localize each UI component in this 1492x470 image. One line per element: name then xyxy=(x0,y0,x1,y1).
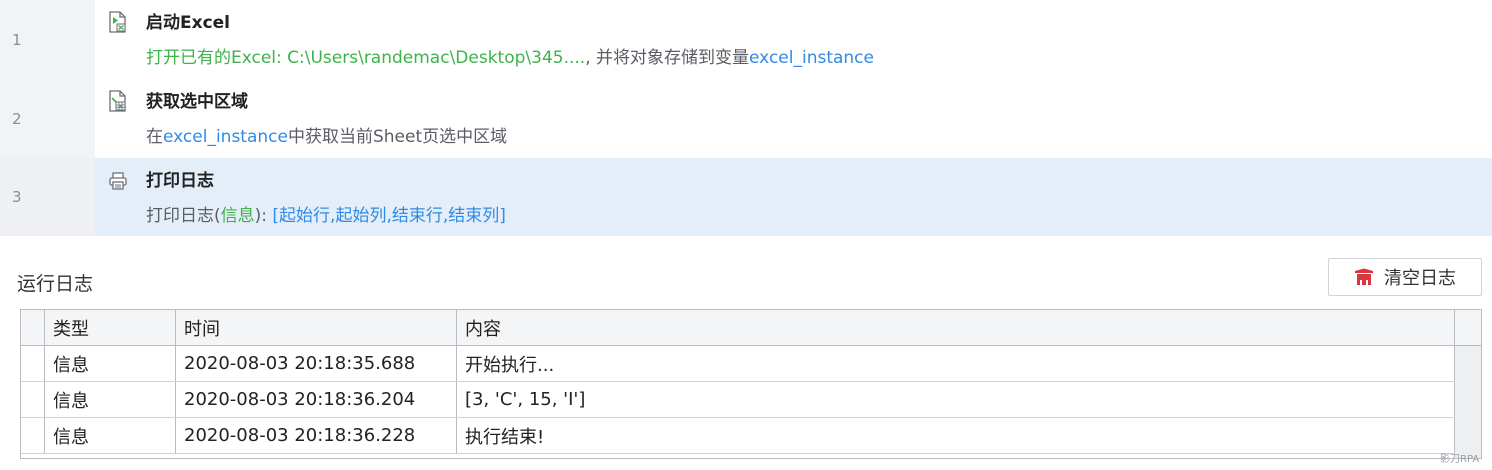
printer-icon xyxy=(109,172,127,190)
column-header-content[interactable]: 内容 xyxy=(457,310,1455,345)
row-selector[interactable] xyxy=(21,418,45,453)
step-desc-variable: excel_instance xyxy=(749,48,874,68)
step-desc-level: 信息 xyxy=(220,206,255,226)
step-title: 获取选中区域 xyxy=(146,92,248,112)
step-description: 在excel_instance中获取当前Sheet页选中区域 xyxy=(146,122,507,147)
line-gutter: 3 xyxy=(0,158,95,236)
cell-type: 信息 xyxy=(45,382,176,417)
column-header-filler xyxy=(1455,310,1481,345)
flow-step-1[interactable]: 1 启动Excel 打开已有的Excel: C:\Users\randemac\… xyxy=(0,0,1492,79)
row-header-corner xyxy=(21,310,45,345)
excel-launch-icon xyxy=(109,11,126,33)
cell-time: 2020-08-03 20:18:36.228 xyxy=(176,418,457,453)
step-desc-text: 中获取当前Sheet页选中区域 xyxy=(287,127,508,147)
table-row[interactable]: 信息 2020-08-03 20:18:35.688 开始执行... xyxy=(21,346,1481,382)
cell-content: [3, 'C', 15, 'I'] xyxy=(457,382,1455,417)
flow-editor: 1 启动Excel 打开已有的Excel: C:\Users\randemac\… xyxy=(0,0,1492,240)
step-desc-variable: excel_instance xyxy=(163,127,288,147)
column-header-time[interactable]: 时间 xyxy=(176,310,457,345)
column-header-type[interactable]: 类型 xyxy=(45,310,176,345)
step-desc-text: 在 xyxy=(146,127,163,147)
cell-type: 信息 xyxy=(45,418,176,453)
step-description: 打开已有的Excel: C:\Users\randemac\Desktop\34… xyxy=(146,43,874,68)
step-description: 打印日志(信息): [起始行,起始列,结束行,结束列] xyxy=(146,201,506,226)
line-number: 2 xyxy=(12,109,22,128)
cell-time: 2020-08-03 20:18:35.688 xyxy=(176,346,457,381)
step-desc-text: 打印日志( xyxy=(146,206,221,226)
run-log-table: 类型 时间 内容 信息 2020-08-03 20:18:35.688 开始执行… xyxy=(20,309,1482,459)
line-number: 3 xyxy=(12,188,22,206)
step-title: 启动Excel xyxy=(146,13,231,33)
row-selector[interactable] xyxy=(21,382,45,417)
table-row[interactable]: 信息 2020-08-03 20:18:36.228 执行结束! xyxy=(21,418,1481,454)
watermark: 影刀RPA xyxy=(1440,454,1480,465)
clear-log-label: 清空日志 xyxy=(1384,268,1456,289)
row-selector[interactable] xyxy=(21,346,45,381)
clear-log-button[interactable]: 清空日志 xyxy=(1328,258,1482,296)
flow-step-3[interactable]: 3 打印日志 打印日志(信息): [起始行,起始列,结束行,结束列] xyxy=(0,158,1492,236)
step-desc-path: 打开已有的Excel: C:\Users\randemac\Desktop\34… xyxy=(146,48,586,68)
cell-type: 信息 xyxy=(45,346,176,381)
flow-step-2[interactable]: 2 获取选中区域 在excel_instance中获取当前Sheet页选中区域 xyxy=(0,79,1492,158)
cell-content: 开始执行... xyxy=(457,346,1455,381)
table-row[interactable]: 信息 2020-08-03 20:18:36.204 [3, 'C', 15, … xyxy=(21,382,1481,418)
line-number: 1 xyxy=(12,30,22,49)
step-content[interactable]: 打印日志 打印日志(信息): [起始行,起始列,结束行,结束列] xyxy=(95,158,1492,236)
step-desc-variable: [起始行,起始列,结束行,结束列] xyxy=(272,206,506,226)
line-gutter: 2 xyxy=(0,79,95,158)
step-content[interactable]: 获取选中区域 在excel_instance中获取当前Sheet页选中区域 xyxy=(95,79,1492,158)
table-header: 类型 时间 内容 xyxy=(21,310,1481,346)
step-desc-text: , 并将对象存储到变量 xyxy=(585,48,750,68)
excel-selection-icon xyxy=(109,90,126,112)
vertical-scrollbar[interactable] xyxy=(1455,346,1481,458)
step-content[interactable]: 启动Excel 打开已有的Excel: C:\Users\randemac\De… xyxy=(95,0,1492,79)
run-log-title: 运行日志 xyxy=(17,273,94,295)
broom-icon xyxy=(1355,268,1373,285)
line-gutter: 1 xyxy=(0,0,95,79)
cell-time: 2020-08-03 20:18:36.204 xyxy=(176,382,457,417)
step-title: 打印日志 xyxy=(146,171,214,191)
cell-content: 执行结束! xyxy=(457,418,1455,453)
step-desc-text: ): xyxy=(254,206,273,226)
